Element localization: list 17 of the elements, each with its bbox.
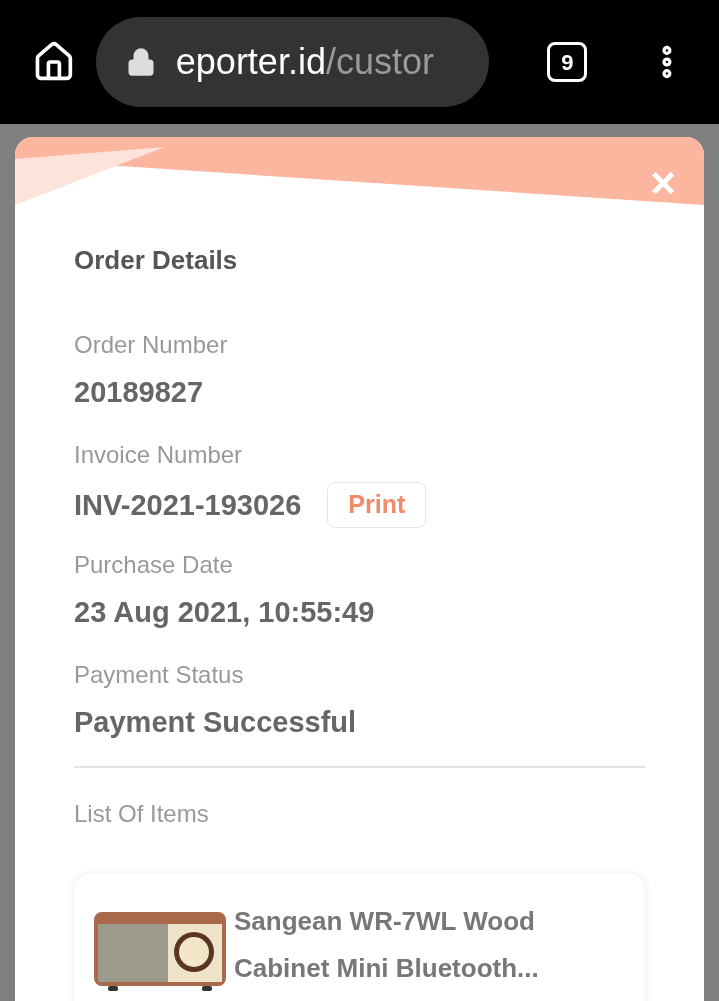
tab-count[interactable]: 9 — [547, 42, 588, 82]
field-label: Order Number — [74, 330, 229, 360]
url-host: eporter.id — [175, 40, 326, 84]
print-button[interactable]: Print — [327, 482, 427, 528]
field-label: Payment Status — [74, 660, 245, 690]
field-label: Purchase Date — [74, 550, 234, 580]
item-name: Sangean WR-7WL Wood Cabinet Mini Bluetooth... — [234, 905, 540, 985]
url-path: /custor — [325, 40, 434, 84]
field-value: Payment Successful — [74, 705, 357, 740]
field-label: Invoice Number — [74, 440, 244, 470]
item-card[interactable]: Sangean WR-7WL Wood Cabinet Mini Bluetooth... — [74, 874, 645, 1001]
address-bar[interactable]: eporter.id/custor — [95, 17, 490, 107]
modal-title: Order Details — [74, 244, 239, 277]
field-value: 23 Aug 2021, 10:55:49 — [74, 595, 375, 630]
field-value: 20189827 — [74, 375, 204, 410]
items-title: List Of Items — [74, 799, 210, 829]
field-value: INV-2021-193026 — [74, 488, 302, 523]
